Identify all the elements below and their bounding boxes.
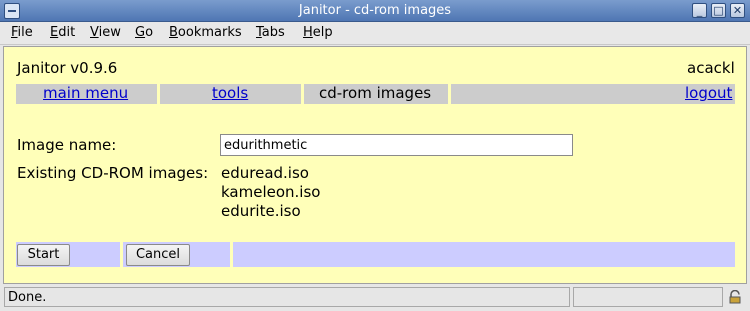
existing-image-item: kameleon.iso (221, 183, 321, 201)
current-page-label: cd-rom images (319, 84, 432, 102)
menu-tabs[interactable]: Tabs (256, 25, 285, 40)
lock-icon[interactable] (728, 290, 742, 304)
existing-images-label: Existing CD-ROM images: (17, 164, 209, 182)
logout-link[interactable]: logout (685, 84, 732, 102)
title-bar[interactable]: Janitor - cd-rom images _ □ ✕ (0, 0, 750, 22)
tools-link[interactable]: tools (212, 84, 248, 102)
close-button[interactable]: ✕ (730, 3, 745, 18)
main-menu-link[interactable]: main menu (43, 84, 128, 102)
maximize-button[interactable]: □ (711, 3, 726, 18)
menu-help[interactable]: Help (303, 25, 333, 40)
menu-file[interactable]: File (11, 25, 33, 40)
nav-cell-main-menu: main menu (16, 84, 157, 104)
status-text-panel: Done. (4, 287, 570, 307)
existing-image-item: edurite.iso (221, 202, 301, 220)
image-name-input[interactable]: edurithmetic (220, 134, 573, 156)
menu-go[interactable]: Go (135, 25, 153, 40)
app-name: Janitor v0.9.6 (17, 59, 118, 77)
status-text: Done. (8, 290, 47, 305)
cancel-button[interactable]: Cancel (126, 244, 190, 266)
menu-bookmarks[interactable]: Bookmarks (169, 25, 242, 40)
button-bar-cell (233, 242, 735, 267)
menu-view[interactable]: View (90, 25, 121, 40)
menu-bar: File Edit View Go Bookmarks Tabs Help (0, 22, 750, 45)
minimize-button[interactable]: _ (692, 3, 707, 18)
status-progress-panel (573, 287, 723, 307)
nav-cell-logout: logout (451, 84, 735, 104)
image-name-label: Image name: (17, 136, 117, 154)
user-name: acackl (687, 59, 735, 77)
status-bar: Done. (0, 286, 750, 311)
existing-image-item: eduread.iso (221, 164, 309, 182)
nav-cell-current: cd-rom images (304, 84, 448, 104)
menu-edit[interactable]: Edit (50, 25, 75, 40)
start-button[interactable]: Start (17, 244, 70, 266)
nav-cell-tools: tools (160, 84, 301, 104)
window-title: Janitor - cd-rom images (298, 3, 452, 18)
page-content: Janitor v0.9.6 acackl main menu tools cd… (3, 46, 747, 284)
